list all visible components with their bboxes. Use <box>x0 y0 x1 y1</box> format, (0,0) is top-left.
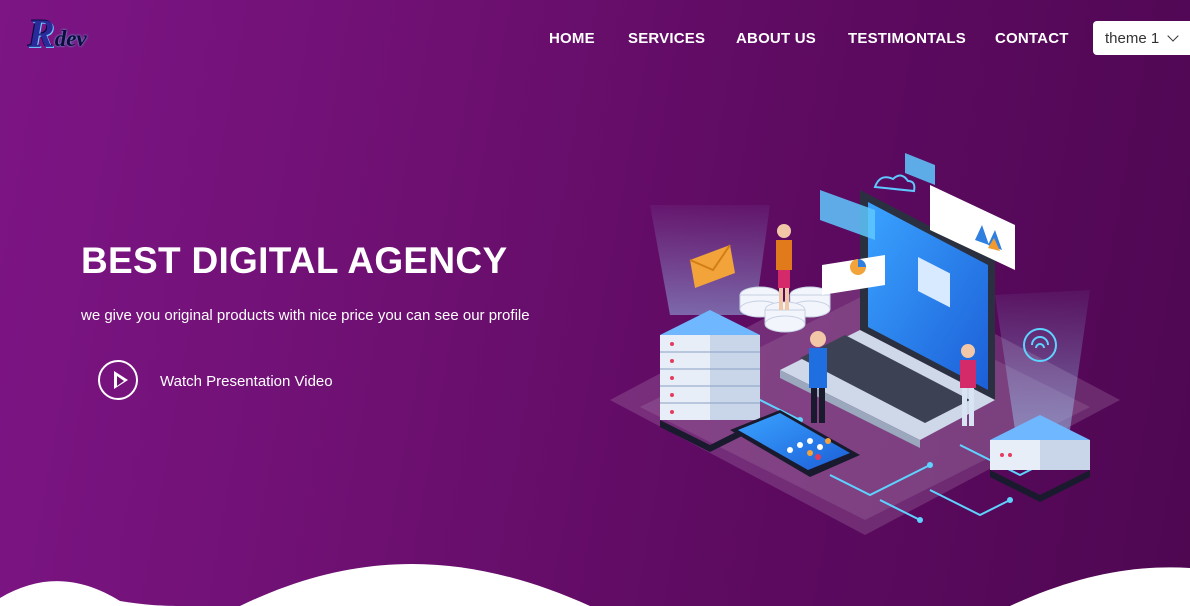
nav-services[interactable]: SERVICES <box>628 30 705 47</box>
hero-title: BEST DIGITAL AGENCY <box>81 240 508 281</box>
theme-select-value: theme 1 <box>1105 29 1160 47</box>
nav-home[interactable]: HOME <box>549 30 595 47</box>
hero-wave-divider <box>0 563 1190 606</box>
nav-about-us[interactable]: ABOUT US <box>736 30 816 47</box>
logo-text: dev <box>54 26 87 51</box>
digital-agency-illustration <box>610 153 1120 535</box>
watch-video-link[interactable]: Watch Presentation Video <box>160 373 333 390</box>
logo[interactable]: R dev <box>28 14 87 54</box>
hero-section: R dev HOME SERVICES ABOUT US TESTIMONTAL… <box>0 0 1190 606</box>
theme-select[interactable]: theme 1 <box>1093 21 1190 55</box>
nav-testimonials[interactable]: TESTIMONTALS <box>848 30 966 47</box>
hero-subtitle: we give you original products with nice … <box>81 307 530 324</box>
logo-letter: R <box>28 11 55 56</box>
chevron-down-icon <box>1167 30 1179 42</box>
nav-contact[interactable]: CONTACT <box>995 30 1069 47</box>
play-icon[interactable] <box>98 360 138 400</box>
